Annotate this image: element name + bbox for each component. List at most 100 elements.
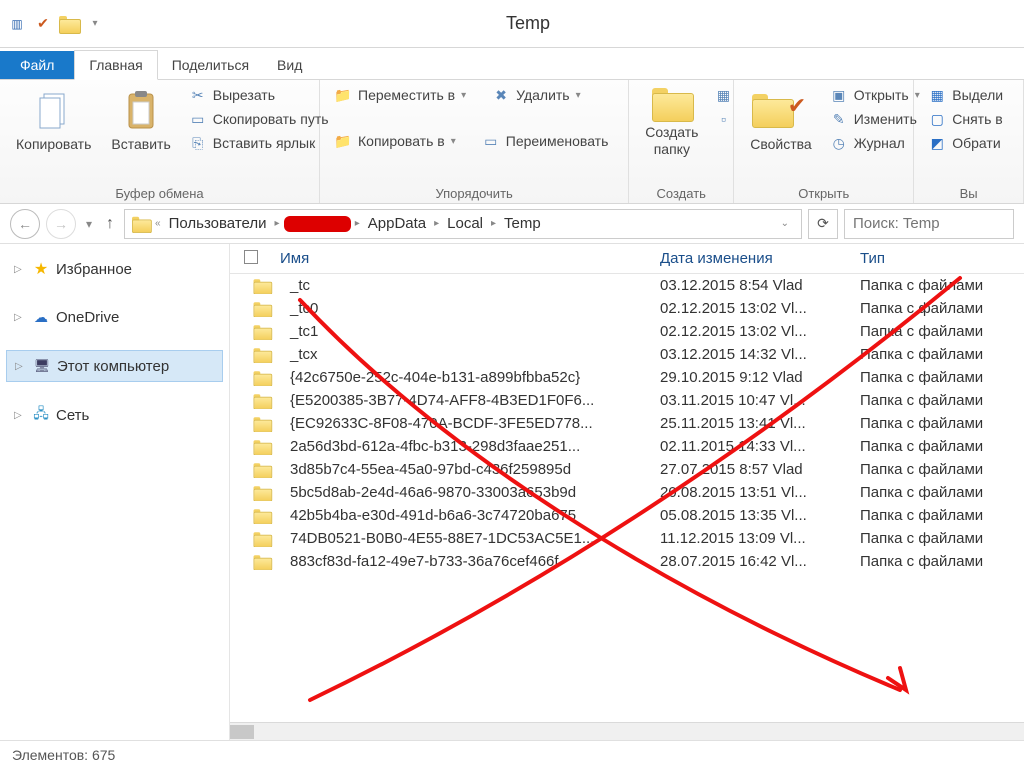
folder-icon <box>254 486 271 500</box>
edit-icon: ✎ <box>830 110 848 128</box>
refresh-button[interactable]: ⟳ <box>808 209 838 239</box>
column-checkbox[interactable] <box>230 250 270 267</box>
row-type: Папка с файлами <box>850 323 1020 340</box>
table-row[interactable]: _tcx03.12.2015 14:32 Vl...Папка с файлам… <box>230 343 1024 366</box>
qat-folder-icon[interactable] <box>58 13 80 35</box>
sidebar-item-label: Сеть <box>56 407 89 424</box>
folder-icon <box>254 440 271 454</box>
group-select-label: Вы <box>924 184 1013 201</box>
table-row[interactable]: 74DB0521-B0B0-4E55-88E7-1DC53AC5E1...11.… <box>230 527 1024 550</box>
title-bar: ▥ ✔ ▾ Temp <box>0 0 1024 48</box>
scrollbar-thumb[interactable] <box>230 725 254 739</box>
tab-share[interactable]: Поделиться <box>158 51 263 79</box>
column-name[interactable]: Имя <box>270 250 650 267</box>
select-all-button[interactable]: ▦Выдели <box>924 84 1007 106</box>
crumb-local[interactable]: Local <box>443 215 487 232</box>
horizontal-scrollbar[interactable] <box>230 722 1024 740</box>
new-folder-button[interactable]: Создать папку <box>639 84 704 162</box>
forward-button[interactable]: → <box>46 209 76 239</box>
network-icon: 🖧 <box>32 406 50 424</box>
tab-view[interactable]: Вид <box>263 51 316 79</box>
status-item-count: Элементов: 675 <box>12 747 115 763</box>
new-item-toggle[interactable]: ▦ <box>712 84 734 106</box>
column-date[interactable]: Дата изменения <box>650 250 850 267</box>
table-row[interactable]: {E5200385-3B77-4D74-AFF8-4B3ED1F0F6...03… <box>230 389 1024 412</box>
row-name: 3d85b7c4-55ea-45a0-97bd-c436f259895d <box>280 461 650 478</box>
crumb-temp[interactable]: Temp <box>500 215 545 232</box>
crumb-appdata[interactable]: AppData <box>364 215 430 232</box>
move-to-button[interactable]: 📁Переместить в▾ <box>330 84 470 106</box>
table-row[interactable]: _tc002.12.2015 13:02 Vl...Папка с файлам… <box>230 297 1024 320</box>
column-type[interactable]: Тип <box>850 250 1020 267</box>
new-item-icon[interactable]: ▫ <box>712 108 734 130</box>
history-button[interactable]: ◷Журнал <box>826 132 924 154</box>
properties-button[interactable]: ✔ Свойства <box>744 84 817 157</box>
select-none-button[interactable]: ▢Снять в <box>924 108 1007 130</box>
properties-label: Свойства <box>750 136 811 153</box>
row-icon-cell <box>230 347 280 363</box>
row-name: 74DB0521-B0B0-4E55-88E7-1DC53AC5E1... <box>280 530 650 547</box>
list-header: Имя Дата изменения Тип <box>230 244 1024 274</box>
row-type: Папка с файлами <box>850 530 1020 547</box>
row-date: 27.07.2015 8:57 Vlad <box>650 461 850 478</box>
qat-explorer-icon[interactable]: ▥ <box>6 13 28 35</box>
table-row[interactable]: {42c6750e-252c-404e-b131-a899bfbba52c}29… <box>230 366 1024 389</box>
copy-button[interactable]: Копировать <box>10 84 97 157</box>
row-date: 02.12.2015 13:02 Vl... <box>650 323 850 340</box>
crumb-redacted[interactable]: ████ <box>284 216 351 232</box>
back-button[interactable]: ← <box>10 209 40 239</box>
search-input[interactable] <box>844 209 1014 239</box>
cut-button[interactable]: ✂Вырезать <box>185 84 333 106</box>
breadcrumb-dropdown[interactable]: ⌄ <box>775 218 795 229</box>
table-row[interactable]: {EC92633C-8F08-470A-BCDF-3FE5ED778...25.… <box>230 412 1024 435</box>
delete-button[interactable]: ✖Удалить▾ <box>488 84 584 106</box>
table-row[interactable]: _tc102.12.2015 13:02 Vl...Папка с файлам… <box>230 320 1024 343</box>
sidebar-item-network[interactable]: ▷ 🖧 Сеть <box>6 400 223 430</box>
row-name: {E5200385-3B77-4D74-AFF8-4B3ED1F0F6... <box>280 392 650 409</box>
breadcrumb[interactable]: « Пользователи▸ ████▸ AppData▸ Local▸ Te… <box>124 209 802 239</box>
crumb-users[interactable]: Пользователи <box>165 215 271 232</box>
copy-to-button[interactable]: 📁Копировать в▾ <box>330 130 460 152</box>
check-icon: ✔ <box>788 93 806 119</box>
sidebar-item-onedrive[interactable]: ▷ ☁ OneDrive <box>6 302 223 332</box>
tab-home[interactable]: Главная <box>74 50 157 80</box>
sidebar-item-favorites[interactable]: ▷ ★ Избранное <box>6 254 223 284</box>
folder-icon <box>254 509 271 523</box>
row-date: 20.08.2015 13:51 Vl... <box>650 484 850 501</box>
paste-button[interactable]: Вставить <box>105 84 176 157</box>
row-icon-cell <box>230 462 280 478</box>
folder-icon <box>254 348 271 362</box>
invert-selection-button[interactable]: ◩Обрати <box>924 132 1007 154</box>
table-row[interactable]: 42b5b4ba-e30d-491d-b6a6-3c74720ba67505.0… <box>230 504 1024 527</box>
recent-locations-button[interactable]: ▾ <box>82 217 96 231</box>
open-button[interactable]: ▣Открыть▾ <box>826 84 924 106</box>
row-name: _tcx <box>280 346 650 363</box>
table-row[interactable]: 883cf83d-fa12-49e7-b733-36a76cef466f28.0… <box>230 550 1024 573</box>
table-row[interactable]: _tc03.12.2015 8:54 VladПапка с файлами <box>230 274 1024 297</box>
history-icon: ◷ <box>830 134 848 152</box>
qat-properties-icon[interactable]: ✔ <box>32 13 54 35</box>
row-icon-cell <box>230 324 280 340</box>
edit-button[interactable]: ✎Изменить <box>826 108 924 130</box>
table-row[interactable]: 5bc5d8ab-2e4d-46a6-9870-33003a653b9d20.0… <box>230 481 1024 504</box>
star-icon: ★ <box>32 260 50 278</box>
folder-icon <box>254 325 271 339</box>
status-bar: Элементов: 675 <box>0 740 1024 768</box>
folder-icon <box>254 371 271 385</box>
table-row[interactable]: 3d85b7c4-55ea-45a0-97bd-c436f259895d27.0… <box>230 458 1024 481</box>
qat-dropdown-icon[interactable]: ▾ <box>84 13 106 35</box>
main-area: ▷ ★ Избранное ▷ ☁ OneDrive ▷ 🖥 Этот комп… <box>0 244 1024 740</box>
row-name: 2a56d3bd-612a-4fbc-b313-298d3faae251... <box>280 438 650 455</box>
row-type: Папка с файлами <box>850 461 1020 478</box>
copyto-icon: 📁 <box>334 132 352 150</box>
selectnone-icon: ▢ <box>928 110 946 128</box>
tab-file[interactable]: Файл <box>0 51 74 79</box>
paste-shortcut-button[interactable]: ⎘Вставить ярлык <box>185 132 333 154</box>
copy-path-button[interactable]: ▭Скопировать путь <box>185 108 333 130</box>
table-row[interactable]: 2a56d3bd-612a-4fbc-b313-298d3faae251...0… <box>230 435 1024 458</box>
sidebar-item-thispc[interactable]: ▷ 🖥 Этот компьютер <box>6 350 223 382</box>
up-button[interactable]: ↑ <box>102 215 118 233</box>
computer-icon: 🖥 <box>33 357 51 375</box>
scissors-icon: ✂ <box>189 86 207 104</box>
rename-button[interactable]: ▭Переименовать <box>478 130 613 152</box>
